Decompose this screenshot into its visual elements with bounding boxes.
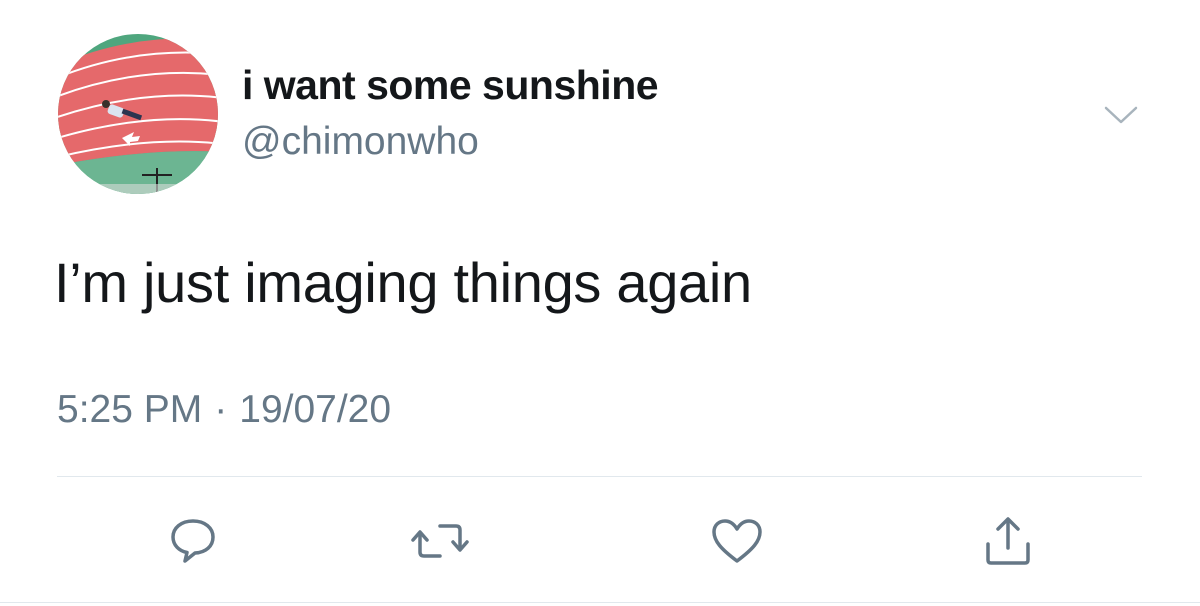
user-handle[interactable]: @chimonwho	[242, 120, 479, 164]
running-track-avatar-image	[58, 34, 218, 194]
retweet-button[interactable]	[410, 513, 470, 569]
speech-bubble-icon	[165, 515, 221, 567]
tweet-text: I’m just imaging things again	[54, 251, 752, 314]
tweet-date: 19/07/20	[239, 388, 392, 431]
tweet-timestamp[interactable]: 5:25 PM · 19/07/20	[57, 388, 391, 432]
avatar[interactable]	[58, 34, 218, 194]
tweet-time: 5:25 PM	[57, 388, 203, 431]
meta-separator: ·	[214, 388, 228, 431]
display-name[interactable]: i want some sunshine	[242, 62, 659, 109]
tweet-card: i want some sunshine @chimonwho I’m just…	[0, 0, 1200, 606]
chevron-down-icon[interactable]	[1100, 100, 1142, 130]
divider	[57, 476, 1142, 477]
bottom-divider	[0, 602, 1200, 603]
reply-button[interactable]	[163, 513, 223, 569]
share-button[interactable]	[978, 513, 1038, 569]
retweet-arrows-icon	[410, 516, 470, 566]
share-upload-icon	[980, 514, 1036, 568]
heart-outline-icon	[709, 516, 765, 566]
like-button[interactable]	[707, 513, 767, 569]
